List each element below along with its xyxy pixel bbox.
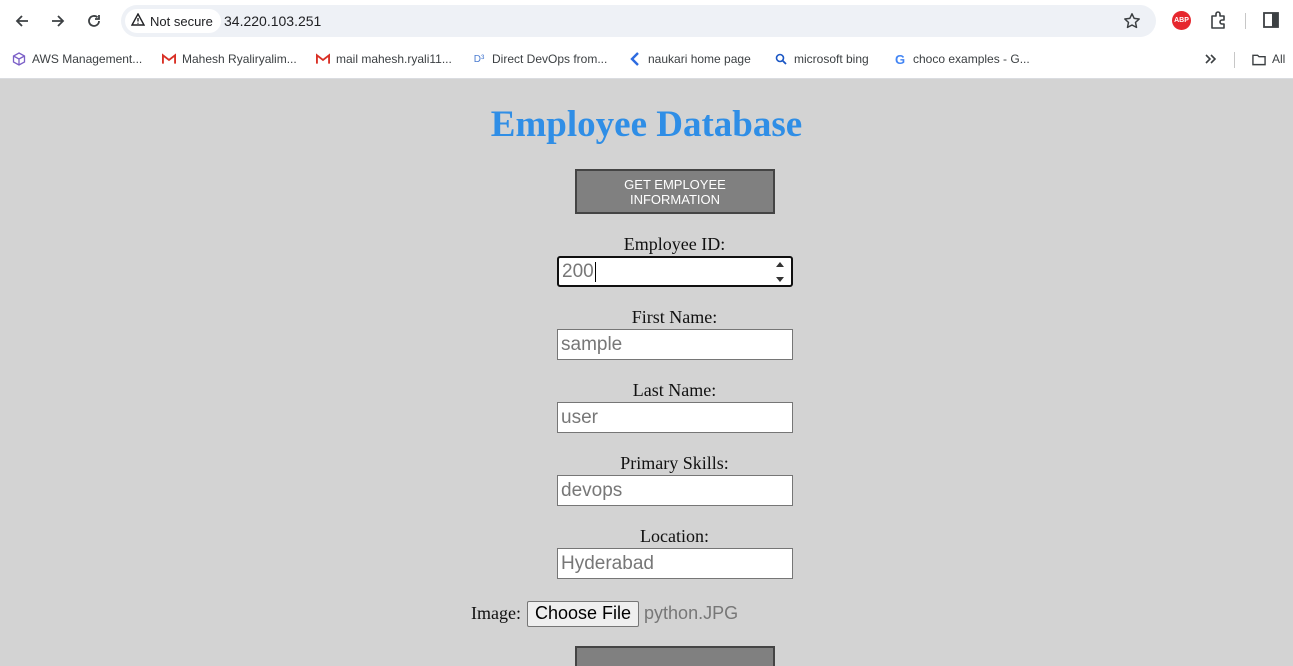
bookmark-devops[interactable]: D³ Direct DevOps from... bbox=[472, 50, 608, 68]
extensions-icon[interactable] bbox=[1208, 10, 1228, 30]
bookmark-google[interactable]: G choco examples - G... bbox=[893, 50, 1030, 68]
gmail-icon bbox=[162, 52, 176, 66]
image-label: Image: bbox=[471, 603, 521, 623]
bookmark-label: naukari home page bbox=[648, 52, 751, 66]
aws-cube-icon bbox=[12, 52, 26, 66]
naukri-icon bbox=[628, 52, 642, 66]
text-caret bbox=[594, 261, 596, 282]
employee-id-value: 200 bbox=[562, 260, 594, 282]
spinner-down-icon[interactable] bbox=[776, 277, 784, 282]
first-name-label: First Name: bbox=[631, 307, 718, 327]
devops-icon: D³ bbox=[473, 53, 485, 65]
bookmarks-bar: AWS Management... Mahesh Ryaliryalim... … bbox=[0, 41, 1293, 79]
number-spinner[interactable] bbox=[775, 262, 785, 282]
page-title: Employee Database bbox=[490, 104, 803, 145]
bookmarks-divider bbox=[1234, 52, 1235, 68]
employee-id-input[interactable]: 200 bbox=[557, 256, 793, 287]
back-icon[interactable] bbox=[9, 8, 35, 34]
choose-file-label: Choose File bbox=[534, 603, 632, 623]
employee-id-label: Employee ID: bbox=[623, 234, 726, 254]
bookmark-bing[interactable]: microsoft bing bbox=[774, 50, 869, 68]
last-name-placeholder: user bbox=[561, 406, 598, 428]
primary-skills-label: Primary Skills: bbox=[620, 453, 729, 473]
all-bookmarks-label: All bbox=[1272, 52, 1286, 66]
side-panel-icon[interactable] bbox=[1262, 11, 1280, 29]
security-chip[interactable]: Not secure bbox=[125, 9, 221, 33]
location-input[interactable]: Hyderabad bbox=[557, 548, 793, 579]
image-upload-row: Image: Choose File python.JPG bbox=[471, 600, 738, 627]
bookmark-label: choco examples - G... bbox=[913, 52, 1030, 66]
first-name-placeholder: sample bbox=[561, 333, 623, 355]
last-name-input[interactable]: user bbox=[557, 402, 793, 433]
bookmark-star-icon[interactable] bbox=[1122, 11, 1142, 31]
bookmark-label: Mahesh Ryaliryalim... bbox=[182, 52, 297, 66]
location-placeholder: Hyderabad bbox=[561, 552, 654, 574]
warning-icon bbox=[130, 12, 146, 29]
toolbar-divider bbox=[1245, 13, 1246, 29]
folder-icon bbox=[1252, 52, 1266, 66]
choose-file-button[interactable]: Choose File bbox=[526, 600, 640, 627]
reload-icon[interactable] bbox=[81, 8, 107, 34]
all-bookmarks[interactable]: All bbox=[1252, 50, 1285, 68]
bookmark-gmail-1[interactable]: Mahesh Ryaliryalim... bbox=[162, 50, 297, 68]
gmail-icon bbox=[316, 52, 330, 66]
url-text: 34.220.103.251 bbox=[224, 13, 322, 29]
address-bar[interactable]: Not secure 34.220.103.251 bbox=[121, 5, 1156, 37]
location-label: Location: bbox=[640, 526, 709, 546]
forward-icon[interactable] bbox=[45, 8, 71, 34]
google-icon: G bbox=[894, 51, 906, 67]
bookmark-naukri[interactable]: naukari home page bbox=[628, 50, 751, 68]
get-employee-button-label: GET EMPLOYEE INFORMATION bbox=[624, 176, 726, 207]
browser-toolbar: Not secure 34.220.103.251 ABP bbox=[0, 0, 1293, 41]
bookmark-gmail-2[interactable]: mail mahesh.ryali11... bbox=[316, 50, 452, 68]
first-name-input[interactable]: sample bbox=[557, 329, 793, 360]
bookmark-label: AWS Management... bbox=[32, 52, 143, 66]
primary-skills-input[interactable]: devops bbox=[557, 475, 793, 506]
security-label: Not secure bbox=[150, 13, 213, 29]
spinner-up-icon[interactable] bbox=[776, 262, 784, 267]
search-icon bbox=[774, 52, 788, 66]
bookmark-label: Direct DevOps from... bbox=[492, 52, 608, 66]
last-name-label: Last Name: bbox=[632, 380, 717, 400]
adblock-icon[interactable]: ABP bbox=[1172, 11, 1191, 30]
page-content: Employee Database GET EMPLOYEE INFORMATI… bbox=[0, 79, 1293, 666]
bookmark-label: microsoft bing bbox=[794, 52, 869, 66]
bookmark-aws[interactable]: AWS Management... bbox=[12, 50, 142, 68]
bookmark-label: mail mahesh.ryali11... bbox=[336, 52, 452, 66]
get-employee-button[interactable]: GET EMPLOYEE INFORMATION bbox=[575, 169, 775, 214]
primary-skills-placeholder: devops bbox=[561, 479, 623, 501]
selected-file-name: python.JPG bbox=[644, 603, 739, 623]
more-bookmarks-icon[interactable] bbox=[1204, 50, 1218, 68]
submit-button[interactable] bbox=[575, 646, 775, 666]
